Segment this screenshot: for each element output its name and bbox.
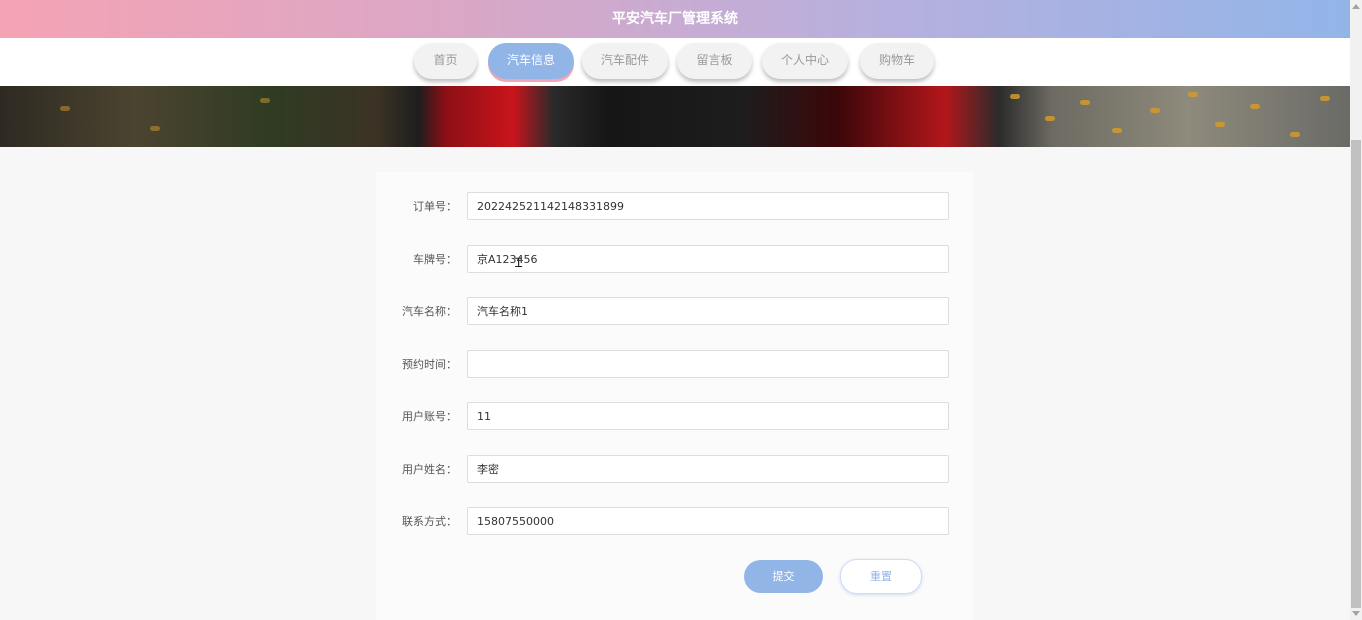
- appointment-time-input[interactable]: [467, 350, 949, 378]
- form-row-appointment-time: 预约时间：: [376, 350, 973, 380]
- nav-message-board[interactable]: 留言板: [677, 43, 752, 79]
- scroll-down-arrow-icon[interactable]: [1352, 611, 1360, 616]
- form-row-plate-no: 车牌号： 京A123456: [376, 245, 973, 275]
- scrollbar-thumb[interactable]: [1351, 140, 1361, 608]
- plate-no-label: 车牌号：: [413, 253, 457, 266]
- contact-input[interactable]: 15807550000: [467, 507, 949, 535]
- nav-shopping-cart[interactable]: 购物车: [860, 43, 934, 79]
- reset-button[interactable]: 重置: [840, 559, 922, 594]
- form-row-car-name: 汽车名称： 汽车名称1: [376, 297, 973, 327]
- form-row-order-no: 订单号： 202242521142148331899: [376, 192, 973, 222]
- main-nav: 首页 汽车信息 汽车配件 留言板 个人中心 购物车: [0, 38, 1350, 86]
- user-account-label: 用户账号：: [402, 410, 457, 423]
- contact-label: 联系方式：: [402, 515, 457, 528]
- banner-image: [0, 86, 1350, 147]
- nav-car-parts[interactable]: 汽车配件: [582, 43, 668, 79]
- submit-button[interactable]: 提交: [744, 560, 823, 593]
- order-no-input[interactable]: 202242521142148331899: [467, 192, 949, 220]
- nav-car-info[interactable]: 汽车信息: [488, 43, 574, 79]
- text-cursor-icon: Ɪ: [515, 256, 523, 271]
- plate-no-input[interactable]: 京A123456: [467, 245, 949, 273]
- car-name-input[interactable]: 汽车名称1: [467, 297, 949, 325]
- form-row-user-name: 用户姓名： 李密: [376, 455, 973, 485]
- car-name-label: 汽车名称：: [402, 305, 457, 318]
- order-no-label: 订单号：: [413, 200, 457, 213]
- scroll-up-arrow-icon[interactable]: [1352, 4, 1360, 9]
- user-name-input[interactable]: 李密: [467, 455, 949, 483]
- vertical-scrollbar[interactable]: [1350, 0, 1362, 620]
- user-name-label: 用户姓名：: [402, 463, 457, 476]
- app-header: 平安汽车厂管理系统: [0, 0, 1350, 38]
- user-account-input[interactable]: 11: [467, 402, 949, 430]
- app-title: 平安汽车厂管理系统: [612, 11, 738, 27]
- nav-personal-center[interactable]: 个人中心: [762, 43, 848, 79]
- form-row-contact: 联系方式： 15807550000: [376, 507, 973, 537]
- form-row-user-account: 用户账号： 11: [376, 402, 973, 432]
- order-form: 订单号： 202242521142148331899 车牌号： 京A123456…: [376, 172, 973, 620]
- nav-home[interactable]: 首页: [414, 43, 477, 79]
- appointment-time-label: 预约时间：: [402, 358, 457, 371]
